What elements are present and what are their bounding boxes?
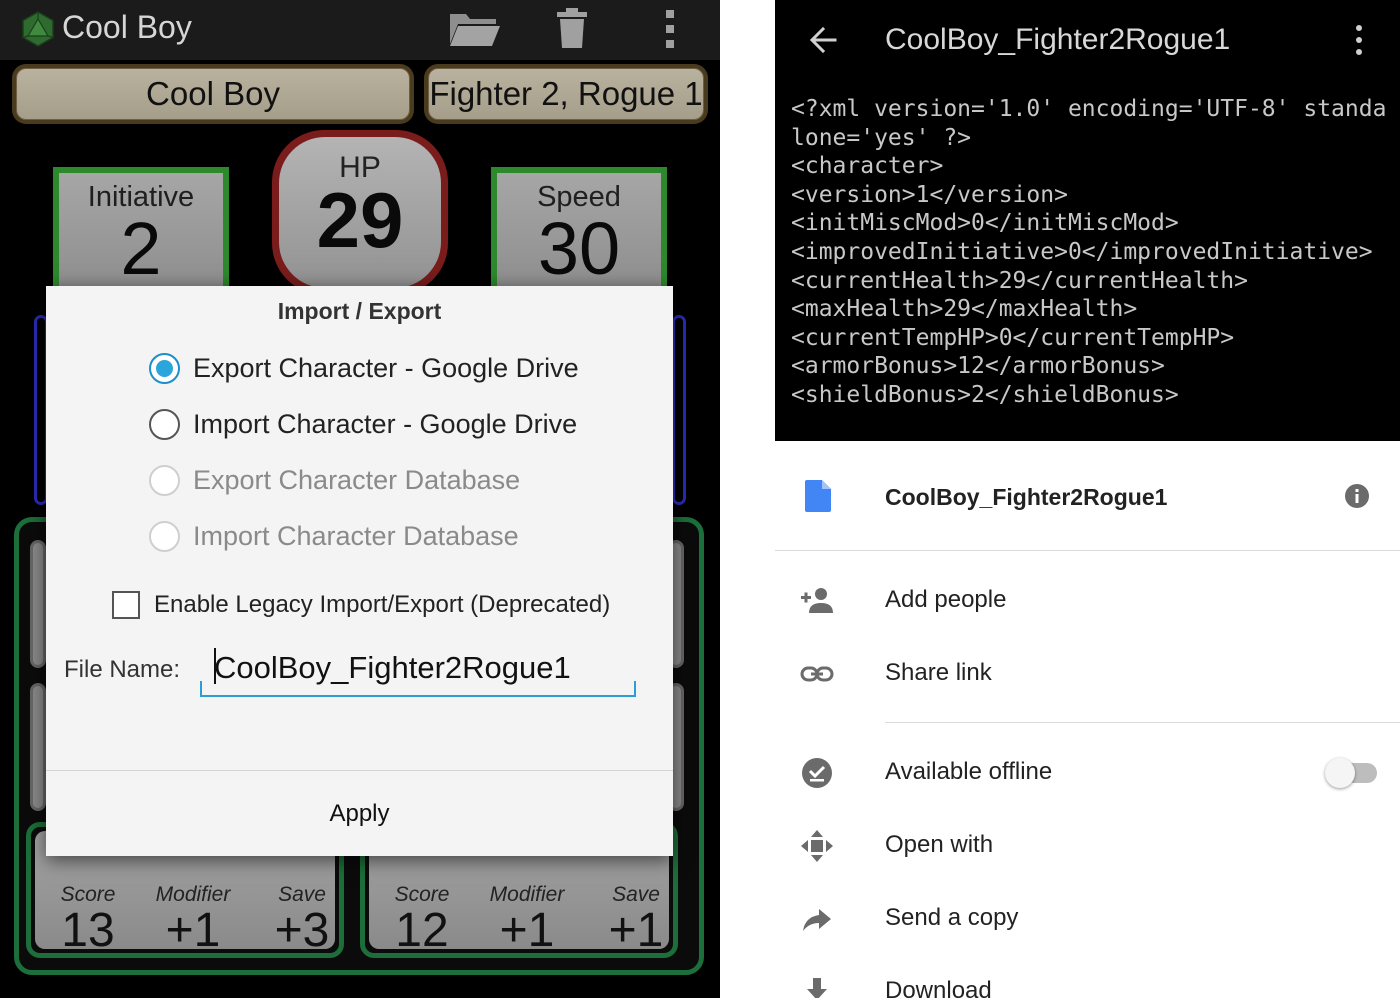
- share-arrow-icon: [803, 909, 831, 931]
- file-info-row[interactable]: CoolBoy_Fighter2Rogue1: [775, 455, 1400, 540]
- ability-score: Score 13: [43, 883, 133, 955]
- menu-label: Open with: [885, 831, 994, 858]
- radio-label: Export Character - Google Drive: [193, 352, 579, 383]
- preview-title: CoolBoy_Fighter2Rogue1: [885, 23, 1231, 56]
- modifier-value: +1: [165, 904, 221, 957]
- input-underline-edge: [200, 681, 202, 697]
- save-value: +3: [274, 904, 330, 957]
- initiative-box[interactable]: Initiative 2: [53, 167, 229, 297]
- d20-logo-icon: [22, 11, 54, 47]
- divider: [775, 550, 1400, 551]
- legacy-checkbox-label: Enable Legacy Import/Export (Deprecated): [154, 591, 611, 618]
- radio-button-disabled: [149, 520, 180, 552]
- ability-card-edge: [30, 540, 46, 668]
- radio-import-google-drive[interactable]: Import Character - Google Drive: [149, 404, 577, 444]
- panel-edge: [672, 315, 686, 505]
- radio-export-google-drive[interactable]: Export Character - Google Drive: [149, 348, 579, 388]
- menu-available-offline[interactable]: Available offline: [775, 743, 1400, 803]
- radio-label: Import Character - Google Drive: [193, 408, 578, 439]
- xml-content: <?xml version='1.0' encoding='UTF-8' sta…: [791, 96, 1387, 408]
- speed-box[interactable]: Speed 30: [491, 167, 667, 297]
- menu-download[interactable]: Download: [775, 962, 1400, 998]
- document-icon: [805, 480, 831, 512]
- ability-score: Score 12: [377, 883, 467, 955]
- radio-button-checked[interactable]: [149, 352, 180, 384]
- divider: [885, 722, 1400, 723]
- dialog-title: Import / Export: [277, 298, 442, 324]
- initiative-value: 2: [120, 207, 162, 290]
- import-export-dialog: Import / Export Export Character - Googl…: [46, 286, 673, 856]
- file-name-label: File Name:: [64, 656, 181, 683]
- text-caret: [214, 648, 216, 684]
- radio-label: Import Character Database: [193, 520, 519, 551]
- input-underline-edge: [634, 681, 636, 697]
- offline-check-icon: [802, 758, 832, 788]
- folder-icon[interactable]: [448, 8, 502, 48]
- radio-button[interactable]: [149, 408, 180, 440]
- ability-save: Save +1: [591, 883, 681, 955]
- hp-box[interactable]: HP 29: [272, 130, 448, 295]
- ability-card-edge: [30, 683, 46, 811]
- menu-label: Download: [885, 977, 992, 998]
- trash-icon[interactable]: [556, 8, 588, 50]
- file-name-input[interactable]: [200, 641, 636, 697]
- menu-label: Send a copy: [885, 904, 1019, 931]
- menu-label: Share link: [885, 659, 992, 686]
- ability-modifier: Modifier +1: [148, 883, 238, 955]
- character-name: Cool Boy: [16, 68, 410, 120]
- score-value: 13: [61, 904, 115, 957]
- menu-label: Available offline: [885, 758, 1053, 785]
- character-sheet-screen: Cool Boy Cool Boy Fighter 2, Rogue 1 Ini…: [0, 0, 720, 998]
- legacy-checkbox[interactable]: [112, 591, 140, 619]
- download-icon: [807, 978, 827, 998]
- more-vert-icon[interactable]: [664, 10, 676, 48]
- menu-share-link[interactable]: Share link: [775, 644, 1400, 704]
- ability-save: Save +3: [257, 883, 347, 955]
- score-value: 12: [395, 904, 449, 957]
- radio-label: Export Character Database: [193, 464, 521, 495]
- info-icon[interactable]: [1344, 483, 1370, 509]
- hp-value: 29: [316, 176, 404, 264]
- save-value: +1: [608, 904, 664, 957]
- legacy-checkbox-row[interactable]: Enable Legacy Import/Export (Deprecated): [112, 591, 610, 619]
- radio-export-database: Export Character Database: [149, 460, 520, 500]
- open-with-icon: [801, 830, 833, 862]
- drive-file-screen: CoolBoy_Fighter2Rogue1 <?xml version='1.…: [775, 0, 1400, 998]
- menu-add-people[interactable]: Add people: [775, 571, 1400, 631]
- character-name-field[interactable]: Cool Boy: [12, 64, 414, 124]
- modifier-value: +1: [499, 904, 555, 957]
- character-classes: Fighter 2, Rogue 1: [428, 68, 704, 120]
- menu-label: Add people: [885, 586, 1007, 613]
- link-icon: [800, 666, 834, 682]
- offline-toggle[interactable]: [1325, 758, 1377, 788]
- apply-button[interactable]: Apply: [46, 771, 673, 856]
- radio-import-database: Import Character Database: [149, 516, 519, 556]
- speed-value: 30: [537, 207, 621, 290]
- radio-button-disabled: [149, 464, 180, 496]
- file-preview: CoolBoy_Fighter2Rogue1 <?xml version='1.…: [775, 0, 1400, 441]
- character-class-field[interactable]: Fighter 2, Rogue 1: [424, 64, 708, 124]
- app-title: Cool Boy: [62, 9, 192, 45]
- file-name: CoolBoy_Fighter2Rogue1: [885, 484, 1168, 510]
- menu-send-copy[interactable]: Send a copy: [775, 889, 1400, 949]
- app-bar: Cool Boy: [0, 0, 720, 60]
- ability-modifier: Modifier +1: [482, 883, 572, 955]
- menu-open-with[interactable]: Open with: [775, 816, 1400, 876]
- back-arrow-icon[interactable]: [805, 22, 841, 58]
- add-person-icon: [801, 588, 833, 613]
- more-vert-icon[interactable]: [1353, 24, 1365, 56]
